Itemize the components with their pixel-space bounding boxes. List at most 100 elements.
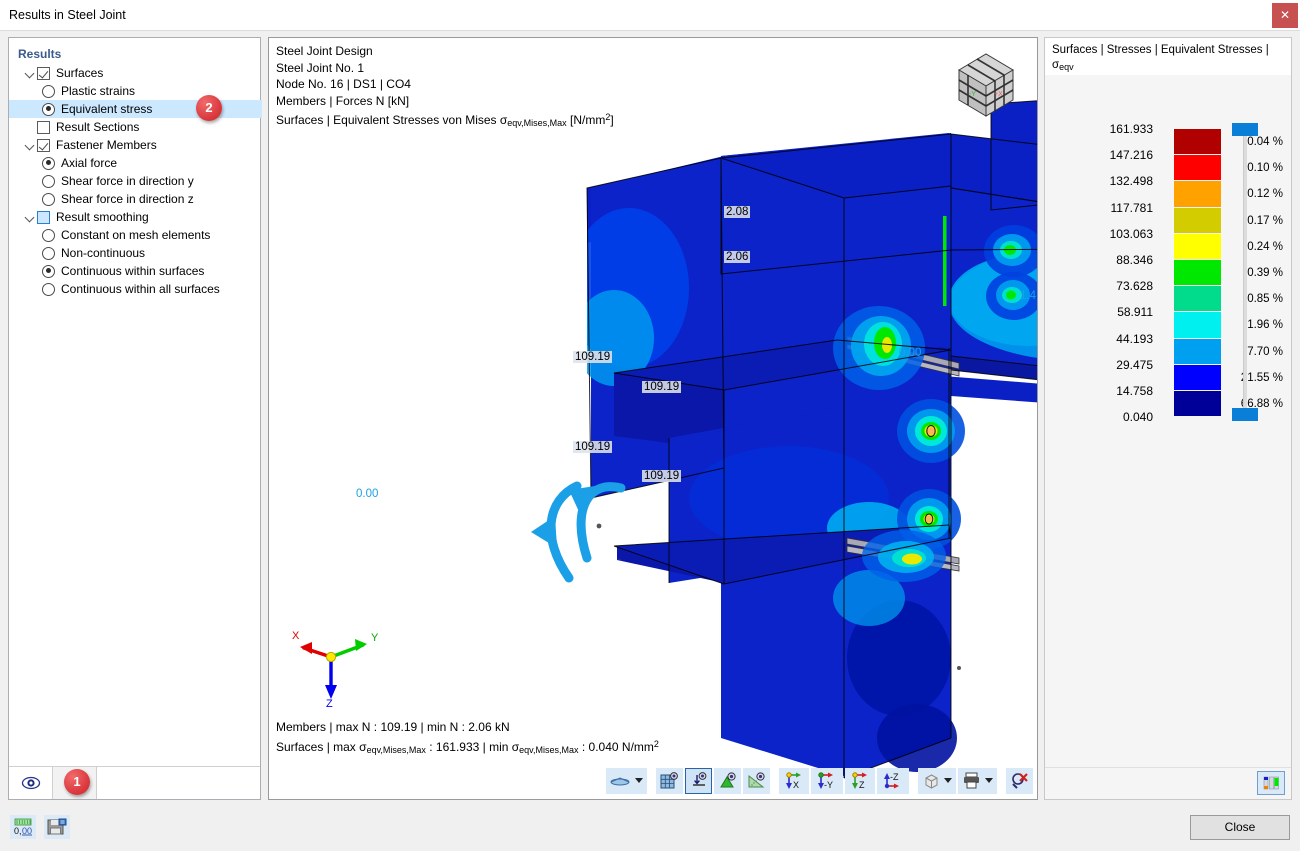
view-in-z-button[interactable]: Z xyxy=(845,768,875,794)
chevron-down-icon[interactable] xyxy=(23,208,37,226)
render-mode-button[interactable] xyxy=(606,768,647,794)
view-in-neg-z-button[interactable]: -Z xyxy=(877,768,909,794)
tree-item-non-continuous[interactable]: Non-continuous xyxy=(9,244,262,262)
print-button[interactable] xyxy=(958,768,997,794)
result-value-tag: 2.08 xyxy=(724,206,750,218)
surface-results-button[interactable] xyxy=(714,768,741,794)
window-titlebar: Results in Steel Joint ✕ xyxy=(0,0,1300,31)
tree-item-equivalent-stress[interactable]: Equivalent stress xyxy=(9,100,262,118)
legend-color-band[interactable] xyxy=(1174,181,1221,207)
legend-color-band[interactable] xyxy=(1174,129,1221,155)
axis-label-y: Y xyxy=(371,632,379,644)
legend-color-band[interactable] xyxy=(1174,155,1221,181)
results-tree: Surfaces Plastic strainsEquivalent stress… xyxy=(9,64,262,298)
tree-item-fastener-members[interactable]: Fastener Members xyxy=(9,136,262,154)
tree-item-result-sections[interactable]: Result Sections xyxy=(9,118,262,136)
legend-color-strip[interactable] xyxy=(1174,129,1221,417)
window-title: Results in Steel Joint xyxy=(9,8,126,22)
legend-color-band[interactable] xyxy=(1174,286,1221,312)
model-viewport[interactable]: Steel Joint Design Steel Joint No. 1 Nod… xyxy=(268,37,1038,800)
footer-line2-a: Surfaces | max σ xyxy=(276,740,367,754)
deformation-view-button[interactable] xyxy=(685,768,712,794)
chevron-down-icon[interactable] xyxy=(23,136,37,154)
radio-axial-force[interactable] xyxy=(42,157,55,170)
render-mode-icon xyxy=(610,774,632,788)
callout-badge-2: 2 xyxy=(196,95,222,121)
view-in-x-button[interactable]: X xyxy=(779,768,809,794)
radio-equivalent-stress[interactable] xyxy=(42,103,55,116)
tree-item-continuous-within-surfaces[interactable]: Continuous within surfaces xyxy=(9,262,262,280)
tree-item-surfaces[interactable]: Surfaces xyxy=(9,64,262,82)
slider-handle-top[interactable] xyxy=(1232,123,1258,136)
legend-color-band[interactable] xyxy=(1174,260,1221,286)
header-line-4: Members | Forces N [kN] xyxy=(276,93,614,110)
legend-color-band[interactable] xyxy=(1174,234,1221,260)
legend-scale-value: 117.781 xyxy=(1085,202,1153,228)
radio-continuous-within-surfaces[interactable] xyxy=(42,265,55,278)
status-bar-icons: 0, 00 xyxy=(10,815,70,839)
header-line5-prefix: Surfaces | Equivalent Stresses von Mises… xyxy=(276,113,507,127)
legend-color-band[interactable] xyxy=(1174,312,1221,338)
tree-item-plastic-strains[interactable]: Plastic strains xyxy=(9,82,262,100)
checkbox-fastener-members[interactable] xyxy=(37,139,50,152)
svg-text:0,: 0, xyxy=(14,826,22,836)
checkbox-result-smoothing[interactable] xyxy=(37,211,50,224)
tree-item-axial-force[interactable]: Axial force xyxy=(9,154,262,172)
tree-item-result-smoothing[interactable]: Result smoothing xyxy=(9,208,262,226)
results-tree-panel: Results SurfacesPlastic strainsEquivalen… xyxy=(8,37,261,800)
close-icon[interactable]: ✕ xyxy=(1272,3,1298,28)
viewport-footer: Members | max N : 109.19 | min N : 2.06 … xyxy=(276,719,659,759)
tree-item-constant-on-mesh-elements[interactable]: Constant on mesh elements xyxy=(9,226,262,244)
radio-shear-force-in-direction-z[interactable] xyxy=(42,193,55,206)
mesh-visibility-button[interactable] xyxy=(656,768,683,794)
slider-handle-bottom[interactable] xyxy=(1232,408,1258,421)
isometric-view-button[interactable] xyxy=(918,768,956,794)
mesh-visibility-icon xyxy=(660,772,679,790)
view-negy-icon: -Y xyxy=(815,772,839,790)
legend-color-band[interactable] xyxy=(1174,391,1221,417)
chevron-down-icon[interactable] xyxy=(635,778,643,783)
radio-plastic-strains[interactable] xyxy=(42,85,55,98)
color-scale-settings-button[interactable] xyxy=(1257,771,1285,795)
view-in-neg-y-button[interactable]: -Y xyxy=(811,768,843,794)
radio-shear-force-in-direction-y[interactable] xyxy=(42,175,55,188)
decimal-places-button[interactable]: 0, 00 xyxy=(10,815,36,839)
checkbox-result-sections[interactable] xyxy=(37,121,50,134)
chevron-down-icon[interactable] xyxy=(985,778,993,783)
legend-scale-value: 73.628 xyxy=(1085,280,1153,306)
legend-color-band[interactable] xyxy=(1174,365,1221,391)
tree-item-label: Constant on mesh elements xyxy=(61,228,210,242)
tree-item-shear-force-in-direction-y[interactable]: Shear force in direction y xyxy=(9,172,262,190)
tree-item-continuous-within-all-surfaces[interactable]: Continuous within all surfaces xyxy=(9,280,262,298)
legend-range-slider[interactable] xyxy=(1232,123,1258,421)
legend-color-band[interactable] xyxy=(1174,208,1221,234)
eye-icon xyxy=(21,776,41,790)
checkbox-surfaces[interactable] xyxy=(37,67,50,80)
chevron-down-icon[interactable] xyxy=(23,64,37,82)
legend-color-band[interactable] xyxy=(1174,339,1221,365)
tree-item-label: Shear force in direction z xyxy=(61,192,194,206)
save-settings-icon xyxy=(46,817,68,837)
tree-item-label: Continuous within surfaces xyxy=(61,264,204,278)
steel-joint-3d-model xyxy=(269,38,1037,799)
header-line-2: Steel Joint No. 1 xyxy=(276,60,614,77)
radio-continuous-within-all-surfaces[interactable] xyxy=(42,283,55,296)
close-button[interactable]: Close xyxy=(1190,815,1290,840)
radio-non-continuous[interactable] xyxy=(42,247,55,260)
tree-item-shear-force-in-direction-z[interactable]: Shear force in direction z xyxy=(9,190,262,208)
tab-visibility[interactable] xyxy=(9,767,53,799)
surface-results-icon xyxy=(718,772,737,790)
legend-scale-value: 103.063 xyxy=(1085,228,1153,254)
legend-scale-value: 14.758 xyxy=(1085,385,1153,411)
radio-constant-on-mesh-elements[interactable] xyxy=(42,229,55,242)
view-cube-icon[interactable]: -Y +X xyxy=(947,46,1025,124)
axis-label-x: X xyxy=(292,630,300,642)
save-settings-button[interactable] xyxy=(44,815,70,839)
result-diagram-button[interactable] xyxy=(743,768,770,794)
chevron-down-icon[interactable] xyxy=(944,778,952,783)
tree-item-label: Surfaces xyxy=(56,66,103,80)
legend-scale-value: 161.933 xyxy=(1085,123,1153,149)
svg-text:+X: +X xyxy=(994,91,1003,98)
clear-results-button[interactable] xyxy=(1006,768,1033,794)
svg-text:00: 00 xyxy=(22,826,32,836)
